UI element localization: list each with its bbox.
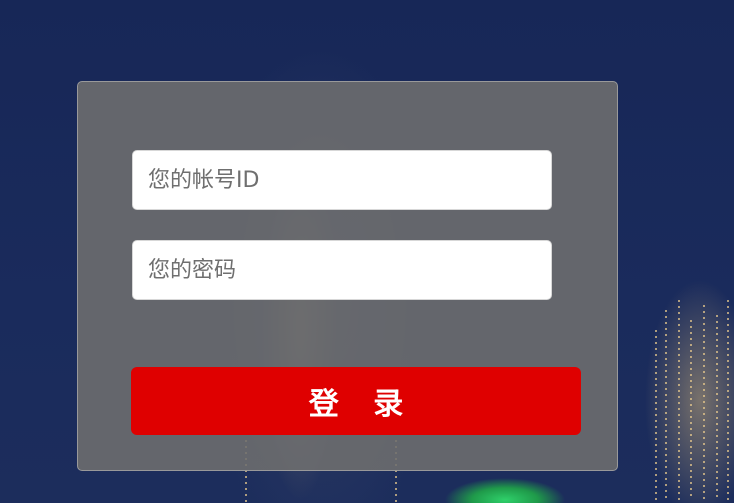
login-button[interactable]: 登 录: [131, 367, 581, 435]
fountain-sparkle: [703, 305, 705, 500]
fountain-sparkle: [716, 315, 718, 500]
fountain-sparkle: [665, 310, 667, 500]
fountain-sparkle: [655, 330, 657, 500]
password-input[interactable]: [132, 240, 552, 300]
account-id-input[interactable]: [132, 150, 552, 210]
fountain-sparkle: [678, 300, 680, 500]
fountain-sparkle: [690, 320, 692, 500]
fountain-sparkle: [727, 300, 729, 500]
